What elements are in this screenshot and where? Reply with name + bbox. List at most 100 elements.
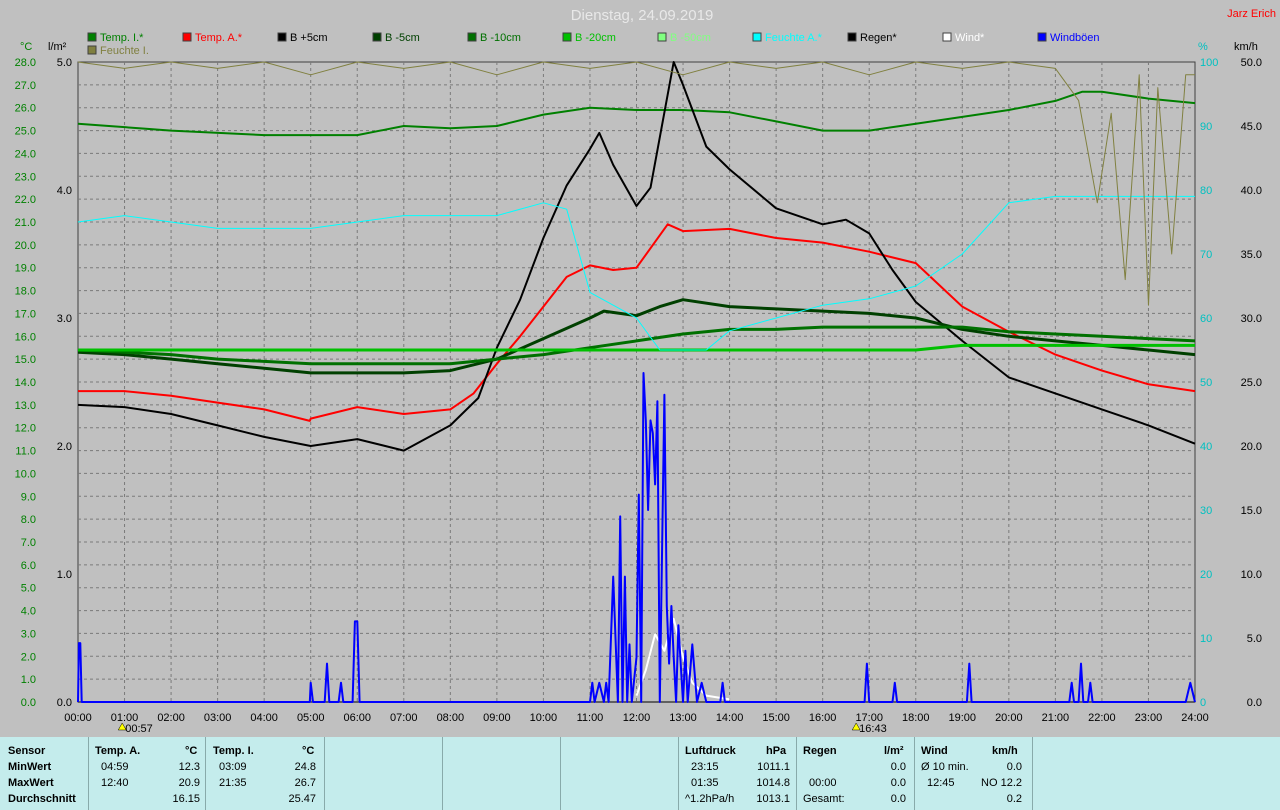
temp-axis-tick: 0.0 <box>21 697 36 709</box>
divider <box>205 737 206 810</box>
x-axis-tick: 15:00 <box>762 712 790 724</box>
temp-a-max-value: 20.9 <box>178 777 200 789</box>
wind-unit: km/h <box>992 745 1018 757</box>
rain-total-label: Gesamt: <box>803 793 845 805</box>
temp-axis-tick: 13.0 <box>15 400 36 412</box>
legend-swatch <box>847 32 857 42</box>
wind-total-value: 0.2 <box>1006 793 1022 805</box>
rain-header: Regen <box>803 745 837 757</box>
humidity-axis-tick: 100 <box>1200 57 1218 69</box>
humidity-axis-tick: 70 <box>1200 249 1212 261</box>
temp-i-min-time: 03:09 <box>219 761 247 773</box>
statistics-panel: Sensor MinWert MaxWert Durchschnitt Temp… <box>0 737 1280 810</box>
legend-label: B -50cm <box>670 32 711 44</box>
humidity-axis-tick: 90 <box>1200 121 1212 133</box>
unit-percent: % <box>1198 41 1208 53</box>
legend-swatch <box>752 32 762 42</box>
temp-i-max-time: 21:35 <box>219 777 247 789</box>
temp-a-min-value: 12.3 <box>178 761 200 773</box>
temp-a-average: 16.15 <box>172 793 200 805</box>
rain-total-value: 0.0 <box>890 793 906 805</box>
x-axis-tick: 24:00 <box>1181 712 1209 724</box>
temp-axis-tick: 7.0 <box>21 537 36 549</box>
sensor-header: Sensor <box>8 745 46 757</box>
legend-label: B +5cm <box>290 32 328 44</box>
temp-axis-tick: 4.0 <box>21 606 36 618</box>
temp-i-unit: °C <box>302 745 315 757</box>
legend-swatch <box>277 32 287 42</box>
x-axis-tick: 06:00 <box>343 712 371 724</box>
temp-i-header: Temp. I. <box>213 745 254 757</box>
legend-swatch <box>467 32 477 42</box>
wind-axis-tick: 35.0 <box>1241 249 1262 261</box>
temp-a-header: Temp. A. <box>95 745 141 757</box>
pressure-min-value: 1011.1 <box>757 761 790 773</box>
pressure-header: Luftdruck <box>685 745 736 757</box>
x-axis-tick: 04:00 <box>250 712 278 724</box>
legend-label: Windböen <box>1050 32 1100 44</box>
legend-swatch <box>372 32 382 42</box>
legend-label: Temp. A.* <box>195 32 243 44</box>
x-axis-tick: 07:00 <box>390 712 418 724</box>
rain-top-value: 0.0 <box>890 761 906 773</box>
x-axis-tick: 10:00 <box>530 712 558 724</box>
temp-axis-tick: 12.0 <box>15 423 36 435</box>
pressure-min-time: 23:15 <box>691 761 719 773</box>
divider <box>796 737 797 810</box>
temp-axis-tick: 2.0 <box>21 651 36 663</box>
temp-axis-tick: 19.0 <box>15 263 36 275</box>
humidity-axis-tick: 10 <box>1200 633 1212 645</box>
temp-axis-tick: 20.0 <box>15 240 36 252</box>
unit-celsius: °C <box>20 41 32 53</box>
temp-axis-tick: 1.0 <box>21 674 36 686</box>
temp-axis-tick: 18.0 <box>15 286 36 298</box>
chart-markers: 00:57 16:43 <box>117 722 887 735</box>
temp-axis-tick: 5.0 <box>21 583 36 595</box>
temp-axis-tick: 9.0 <box>21 491 36 503</box>
temp-axis-tick: 21.0 <box>15 217 36 229</box>
legend-swatch <box>1037 32 1047 42</box>
wind-axis-tick: 20.0 <box>1241 441 1262 453</box>
unit-kmh: km/h <box>1234 41 1258 53</box>
temp-i-max-value: 26.7 <box>294 777 316 789</box>
chart-title: Dienstag, 24.09.2019 <box>571 7 714 24</box>
x-axis-tick: 05:00 <box>297 712 325 724</box>
temp-axis-tick: 14.0 <box>15 377 36 389</box>
x-axis-tick: 18:00 <box>902 712 930 724</box>
temp-axis-tick: 23.0 <box>15 171 36 183</box>
humidity-axis-tick: 20 <box>1200 569 1212 581</box>
x-axis-tick: 11:00 <box>577 712 604 724</box>
unit-rain: l/m² <box>48 41 67 53</box>
pressure-unit: hPa <box>766 745 787 757</box>
legend-label: Feuchte I. <box>100 45 149 57</box>
pressure-max-time: 01:35 <box>691 777 719 789</box>
humidity-axis-tick: 30 <box>1200 505 1212 517</box>
divider <box>88 737 89 810</box>
x-axis-tick: 00:00 <box>64 712 92 724</box>
rain-axis-tick: 4.0 <box>57 185 72 197</box>
humidity-axis-tick: 80 <box>1200 185 1212 197</box>
temp-axis-tick: 6.0 <box>21 560 36 572</box>
divider <box>914 737 915 810</box>
legend-label: Temp. I.* <box>100 32 144 44</box>
author-label: Jarz Erich <box>1227 8 1276 20</box>
x-axis-tick: 23:00 <box>1135 712 1163 724</box>
time-marker-label: 16:43 <box>859 723 887 735</box>
x-axis-tick: 14:00 <box>716 712 744 724</box>
divider <box>678 737 679 810</box>
temp-axis-tick: 11.0 <box>15 446 36 458</box>
pressure-trend: ^1.2hPa/h <box>685 793 735 805</box>
rain-axis-tick: 2.0 <box>57 441 72 453</box>
legend-label: Regen* <box>860 32 897 44</box>
x-axis-tick: 19:00 <box>949 712 977 724</box>
wind-axis-tick: 50.0 <box>1241 57 1262 69</box>
temp-axis-tick: 3.0 <box>21 628 36 640</box>
min-label: MinWert <box>8 761 52 773</box>
x-axis-tick: 22:00 <box>1088 712 1116 724</box>
temp-axis-tick: 22.0 <box>15 194 36 206</box>
temp-axis-tick: 8.0 <box>21 514 36 526</box>
legend-label: B -5cm <box>385 32 420 44</box>
divider <box>560 737 561 810</box>
divider <box>324 737 325 810</box>
legend-swatch <box>87 45 97 55</box>
